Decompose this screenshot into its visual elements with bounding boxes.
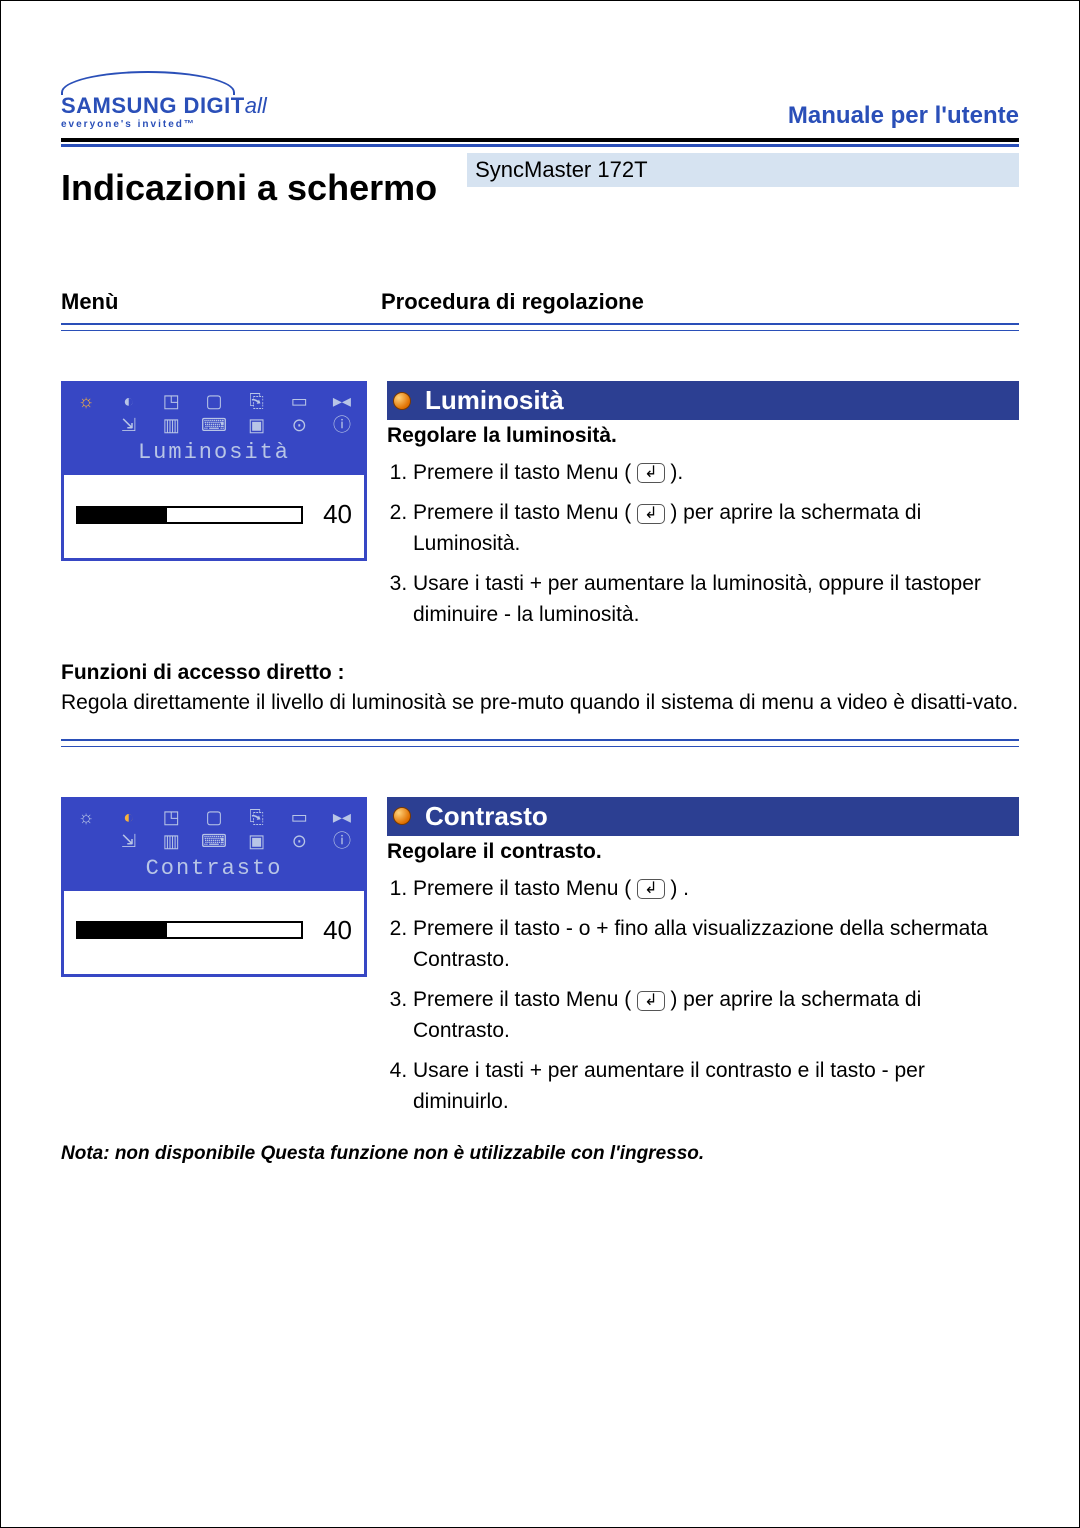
step-item: Premere il tasto Menu ( ↲ ). <box>413 458 1019 488</box>
steps-list: Premere il tasto Menu ( ↲ ) . Premere il … <box>387 874 1019 1117</box>
menu-button-icon: ↲ <box>637 463 664 483</box>
osd-icon: ⎘ <box>243 390 271 412</box>
steps-list: Premere il tasto Menu ( ↲ ). Premere il t… <box>387 458 1019 630</box>
section-divider <box>61 739 1019 747</box>
osd-icon: ◳ <box>157 806 185 828</box>
model-bar: SyncMaster 172T <box>467 153 1019 187</box>
osd-icon: ▸◂ <box>328 806 356 828</box>
osd-icon: ⓘ <box>328 414 356 436</box>
osd-icon: ▭ <box>285 390 313 412</box>
osd-icon: ☼ <box>72 806 100 828</box>
slider-value: 40 <box>323 915 352 946</box>
setting-title: Contrasto <box>425 801 548 832</box>
osd-icon: ⌨ <box>200 830 228 852</box>
osd-icon: ⎘ <box>243 806 271 828</box>
logo-suffix: all <box>245 93 267 118</box>
osd-icon: ⊙ <box>285 830 313 852</box>
note-text: Nota: non disponibile Questa funzione no… <box>61 1143 1019 1165</box>
column-header-procedure: Procedura di regolazione <box>381 289 644 315</box>
page-title: Indicazioni a schermo <box>61 167 467 209</box>
step-item: Premere il tasto - o + fino alla visuali… <box>413 914 1019 975</box>
step-item: Premere il tasto Menu ( ↲ ) per aprire l… <box>413 985 1019 1046</box>
osd-icon: ◳ <box>157 390 185 412</box>
bullet-icon <box>393 807 411 825</box>
brand-logo: SAMSUNG DIGITall everyone's invited™ <box>61 71 267 130</box>
step-item: Usare i tasti + per aumentare la luminos… <box>413 569 1019 630</box>
logo-tagline: everyone's invited™ <box>61 119 267 130</box>
logo-brand: SAMSUNG DIGIT <box>61 93 245 118</box>
step-item: Premere il tasto Menu ( ↲ ) . <box>413 874 1019 904</box>
osd-icon: ▣ <box>243 830 271 852</box>
setting-subtitle: Regolare la luminosità. <box>387 424 1019 448</box>
setting-title-bar: Luminosità <box>387 381 1019 420</box>
osd-icon: ▭ <box>285 806 313 828</box>
setting-title-bar: Contrasto <box>387 797 1019 836</box>
osd-icon: ⇲ <box>115 414 143 436</box>
menu-button-icon: ↲ <box>637 879 664 899</box>
osd-panel: ☼ ◐ ◳ ▢ ⎘ ▭ ▸◂ ⇲ ▥ ⌨ ▣ ⊙ ⓘLuminosità 40 <box>61 381 367 561</box>
osd-icon: ⇲ <box>115 830 143 852</box>
osd-icon: ⊙ <box>285 414 313 436</box>
menu-button-icon: ↲ <box>637 504 664 524</box>
osd-icon: ▥ <box>157 830 185 852</box>
osd-icon: ☼ <box>72 390 100 412</box>
slider-track <box>76 921 303 939</box>
step-item: Premere il tasto Menu ( ↲ ) per aprire l… <box>413 498 1019 559</box>
osd-icon: ⌨ <box>200 414 228 436</box>
setting-subtitle: Regolare il contrasto. <box>387 840 1019 864</box>
osd-icon: ▢ <box>200 390 228 412</box>
header-rule <box>61 138 1019 147</box>
bullet-icon <box>393 392 411 410</box>
manual-title: Manuale per l'utente <box>788 102 1019 130</box>
osd-icon: ◐ <box>115 806 143 828</box>
osd-icon: ▥ <box>157 414 185 436</box>
column-header-menu: Menù <box>61 289 381 315</box>
direct-access-note: Funzioni di accesso diretto :Regola dire… <box>61 658 1019 717</box>
setting-title: Luminosità <box>425 385 564 416</box>
slider-fill <box>78 923 167 937</box>
osd-label: Contrasto <box>72 854 356 887</box>
osd-icon: ⓘ <box>328 830 356 852</box>
columns-rule <box>61 323 1019 331</box>
osd-icon: ▸◂ <box>328 390 356 412</box>
slider-track <box>76 506 303 524</box>
osd-label: Luminosità <box>72 438 356 471</box>
osd-icon: ◐ <box>115 390 143 412</box>
osd-panel: ☼ ◐ ◳ ▢ ⎘ ▭ ▸◂ ⇲ ▥ ⌨ ▣ ⊙ ⓘContrasto 40 <box>61 797 367 977</box>
slider-fill <box>78 508 167 522</box>
osd-icon: ▢ <box>200 806 228 828</box>
slider-value: 40 <box>323 499 352 530</box>
step-item: Usare i tasti + per aumentare il contras… <box>413 1056 1019 1117</box>
menu-button-icon: ↲ <box>637 991 664 1011</box>
osd-icon: ▣ <box>243 414 271 436</box>
